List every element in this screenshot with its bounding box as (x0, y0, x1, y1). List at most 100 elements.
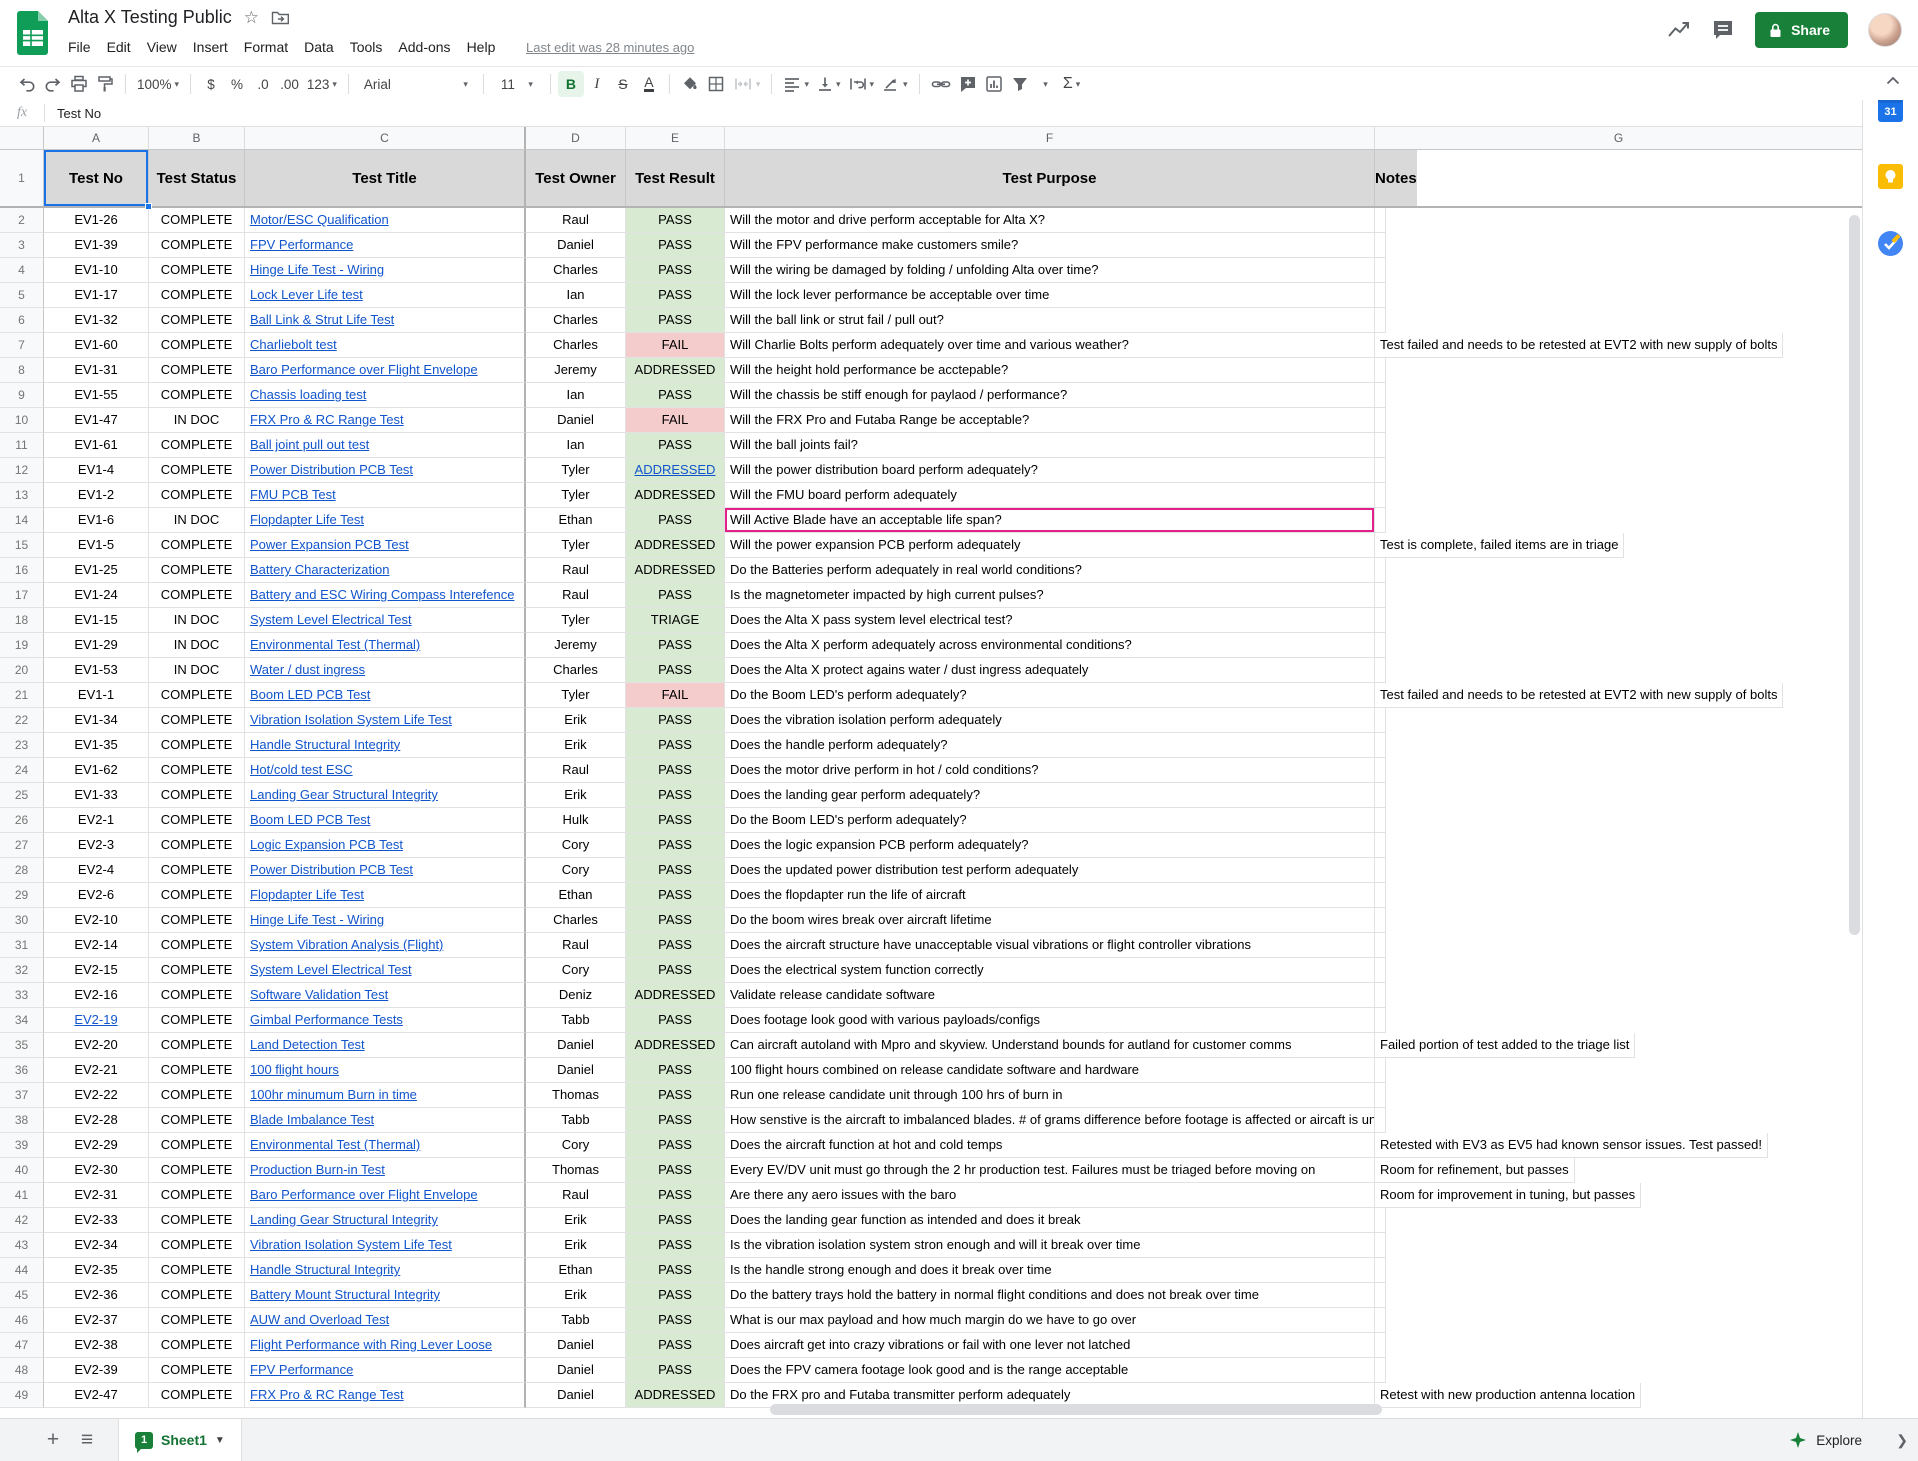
cell-no[interactable]: EV1-31 (44, 358, 149, 383)
cell-result[interactable]: PASS (626, 1283, 725, 1308)
cell-result[interactable]: PASS (626, 283, 725, 308)
cell-no[interactable]: EV2-37 (44, 1308, 149, 1333)
cell-title[interactable]: Production Burn-in Test (245, 1158, 526, 1183)
cell-title[interactable]: Environmental Test (Thermal) (245, 633, 526, 658)
cell-status[interactable]: COMPLETE (149, 733, 245, 758)
cell-title[interactable]: Water / dust ingress (245, 658, 526, 683)
cell-link[interactable]: Battery Mount Structural Integrity (250, 1287, 440, 1302)
cell-notes[interactable] (1375, 783, 1386, 808)
cell-result[interactable]: PASS (626, 933, 725, 958)
cell-purpose[interactable]: Will the power expansion PCB perform ade… (725, 533, 1375, 558)
cell-notes[interactable] (1375, 258, 1386, 283)
cell-owner[interactable]: Erik (526, 733, 626, 758)
cell-notes[interactable] (1375, 808, 1386, 833)
cell-link[interactable]: Lock Lever Life test (250, 287, 363, 302)
row-header-12[interactable]: 12 (0, 458, 44, 483)
vertical-scrollbar-thumb[interactable] (1849, 215, 1860, 935)
cell-title[interactable]: Chassis loading test (245, 383, 526, 408)
cell-link[interactable]: Handle Structural Integrity (250, 1262, 400, 1277)
cell-owner[interactable]: Jeremy (526, 633, 626, 658)
cell-notes[interactable]: Test is complete, failed items are in tr… (1375, 533, 1624, 558)
cell-status[interactable]: COMPLETE (149, 558, 245, 583)
column-header-C[interactable]: C (245, 127, 526, 149)
cell-purpose[interactable]: Does the aircraft function at hot and co… (725, 1133, 1375, 1158)
sheets-logo[interactable] (13, 10, 53, 56)
cell-notes[interactable]: Test failed and needs to be retested at … (1375, 683, 1783, 708)
share-button[interactable]: Share (1755, 12, 1848, 48)
column-header-D[interactable]: D (526, 127, 626, 149)
cell-owner[interactable]: Raul (526, 933, 626, 958)
cell-purpose[interactable]: Will the chassis be stiff enough for pay… (725, 383, 1375, 408)
cell-status[interactable]: COMPLETE (149, 933, 245, 958)
cell-link[interactable]: Baro Performance over Flight Envelope (250, 362, 478, 377)
cell-notes[interactable]: Retested with EV3 as EV5 had known senso… (1375, 1133, 1768, 1158)
row-header-6[interactable]: 6 (0, 308, 44, 333)
cell-result[interactable]: ADDRESSED (626, 1033, 725, 1058)
cell-status[interactable]: COMPLETE (149, 458, 245, 483)
row-header-1[interactable]: 1 (0, 150, 44, 206)
row-header-25[interactable]: 25 (0, 783, 44, 808)
merge-cells-button[interactable]: ▾ (729, 71, 765, 97)
fill-color-button[interactable] (677, 71, 703, 97)
cell-status[interactable]: COMPLETE (149, 858, 245, 883)
cell-result[interactable]: PASS (626, 433, 725, 458)
cell-link[interactable]: Land Detection Test (250, 1037, 365, 1052)
cell-status[interactable]: COMPLETE (149, 958, 245, 983)
cell-title[interactable]: Handle Structural Integrity (245, 1258, 526, 1283)
cell-notes[interactable] (1375, 483, 1386, 508)
text-rotation-select[interactable]: ▾ (878, 71, 912, 97)
cell-result[interactable]: PASS (626, 658, 725, 683)
cell-notes[interactable] (1375, 608, 1386, 633)
cell-notes[interactable] (1375, 958, 1386, 983)
cell-no[interactable]: EV1-62 (44, 758, 149, 783)
column-header-E[interactable]: E (626, 127, 725, 149)
cell-no[interactable]: EV2-29 (44, 1133, 149, 1158)
cell-link[interactable]: Boom LED PCB Test (250, 812, 370, 827)
cell-status[interactable]: COMPLETE (149, 683, 245, 708)
insert-chart-button[interactable] (981, 71, 1007, 97)
cell-no[interactable]: EV1-6 (44, 508, 149, 533)
cell-no[interactable]: EV2-30 (44, 1158, 149, 1183)
cell-status[interactable]: COMPLETE (149, 1383, 245, 1408)
cell-link[interactable]: System Level Electrical Test (250, 612, 412, 627)
cell-status[interactable]: COMPLETE (149, 1158, 245, 1183)
cell-link[interactable]: Gimbal Performance Tests (250, 1012, 403, 1027)
cell-purpose[interactable]: Does the FPV camera footage look good an… (725, 1358, 1375, 1383)
cell-result[interactable]: PASS (626, 1233, 725, 1258)
cell-title[interactable]: Hinge Life Test - Wiring (245, 908, 526, 933)
cell-purpose[interactable]: Will the FPV performance make customers … (725, 233, 1375, 258)
row-header-9[interactable]: 9 (0, 383, 44, 408)
cell-no[interactable]: EV2-6 (44, 883, 149, 908)
cell-owner[interactable]: Charles (526, 658, 626, 683)
cell-status[interactable]: IN DOC (149, 408, 245, 433)
cell-notes[interactable] (1375, 383, 1386, 408)
cell-purpose[interactable]: Will the height hold performance be acct… (725, 358, 1375, 383)
text-color-button[interactable]: A (636, 71, 662, 97)
cell-owner[interactable]: Raul (526, 1183, 626, 1208)
cell-owner[interactable]: Thomas (526, 1158, 626, 1183)
cell-title[interactable]: Battery Mount Structural Integrity (245, 1283, 526, 1308)
tasks-icon[interactable] (1877, 230, 1904, 257)
cell-title[interactable]: 100hr minumum Burn in time (245, 1083, 526, 1108)
cell-status[interactable]: COMPLETE (149, 433, 245, 458)
cell-no[interactable]: EV1-33 (44, 783, 149, 808)
cell-link[interactable]: Power Expansion PCB Test (250, 537, 409, 552)
cell-link[interactable]: FPV Performance (250, 237, 353, 252)
cell-result[interactable]: ADDRESSED (626, 358, 725, 383)
cell-notes[interactable] (1375, 558, 1386, 583)
cell-status[interactable]: COMPLETE (149, 1108, 245, 1133)
row-header-42[interactable]: 42 (0, 1208, 44, 1233)
cell-status[interactable]: COMPLETE (149, 483, 245, 508)
header-cell-test-result[interactable]: Test Result (626, 150, 725, 206)
row-header-46[interactable]: 46 (0, 1308, 44, 1333)
cell-status[interactable]: COMPLETE (149, 1258, 245, 1283)
column-header-F[interactable]: F (725, 127, 1375, 149)
cell-purpose[interactable]: Will the FMU board perform adequately (725, 483, 1375, 508)
cell-status[interactable]: COMPLETE (149, 1008, 245, 1033)
cell-title[interactable]: Battery Characterization (245, 558, 526, 583)
cell-owner[interactable]: Erik (526, 783, 626, 808)
cell-link[interactable]: Flight Performance with Ring Lever Loose (250, 1337, 492, 1352)
cell-result[interactable]: ADDRESSED (626, 458, 725, 483)
cell-title[interactable]: Power Distribution PCB Test (245, 458, 526, 483)
cell-status[interactable]: COMPLETE (149, 233, 245, 258)
